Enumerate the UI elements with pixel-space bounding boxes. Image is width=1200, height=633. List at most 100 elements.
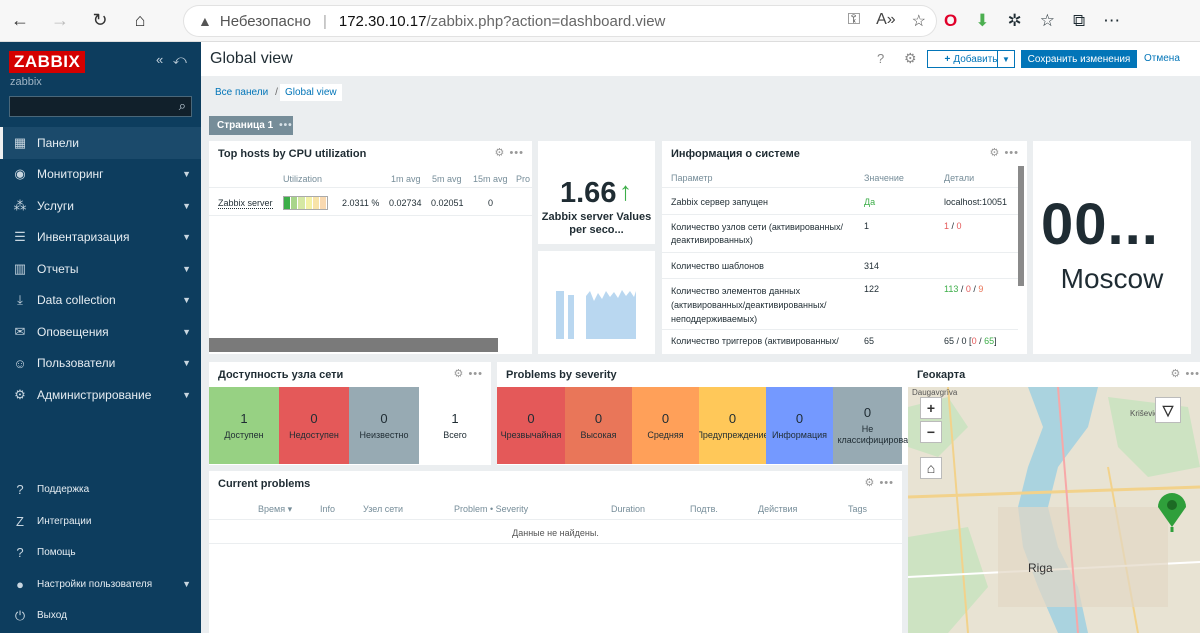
menu-item-integrations[interactable]: Z Интеграции xyxy=(0,506,201,538)
zabbix-logo[interactable]: ZABBIX xyxy=(9,51,86,73)
more-icon[interactable]: ••• xyxy=(1004,147,1019,159)
collections-icon[interactable]: ⧉ xyxy=(1073,11,1085,31)
widget-tools: ⚙ ••• xyxy=(1171,367,1200,380)
save-changes-button[interactable]: Сохранить изменения xyxy=(1021,50,1137,68)
services-icon: ⁂ xyxy=(13,197,27,213)
home-icon[interactable]: ⌂ xyxy=(120,0,160,42)
gear-icon[interactable]: ⚙ xyxy=(990,147,1001,159)
more-icon[interactable]: ••• xyxy=(879,477,894,489)
row-divider xyxy=(209,519,902,520)
tile-label: Высокая xyxy=(580,430,617,440)
puzzle-icon[interactable]: ✲ xyxy=(1007,11,1021,31)
availability-tiles: 1 Доступен 0 Недоступен 0 Неизвестно 1 Всего xyxy=(209,387,491,464)
url-path: /zabbix.php?action=dashboard.view xyxy=(426,12,666,30)
tile-high[interactable]: 0 Высокая xyxy=(565,387,632,464)
favorite-add-icon[interactable]: ☆ xyxy=(912,11,926,31)
avg15-value: 0 xyxy=(488,198,494,208)
address-bar[interactable]: ▲ Небезопасно | 172.30.10.17 /zabbix.php… xyxy=(184,6,936,36)
menu-item-sign-out[interactable]: ⏻ Выход xyxy=(0,600,201,632)
more-icon[interactable]: ••• xyxy=(468,368,483,380)
cancel-link[interactable]: Отмена xyxy=(1144,53,1180,64)
gear-icon[interactable]: ⚙ xyxy=(904,50,917,67)
more-icon[interactable]: ⋯ xyxy=(1103,11,1120,31)
items-active: 113 xyxy=(944,284,959,294)
menu-item-data-collection[interactable]: ⤓ Data collection ▼ xyxy=(0,285,201,317)
more-icon[interactable]: ••• xyxy=(1185,368,1200,380)
severity-tiles: 0 Чрезвычайная 0 Высокая 0 Средняя 0 Предупр… xyxy=(497,387,918,464)
menu-item-administration[interactable]: ⚙ Администрирование ▼ xyxy=(0,379,201,411)
add-dropdown-button[interactable]: ▼ xyxy=(997,50,1015,68)
map-canvas[interactable]: Daugavgrīva Kriševici Riga + − ⌂ ▽ xyxy=(908,387,1200,633)
details-triggers: 65 / 0 [0 / 65] xyxy=(944,336,997,346)
host-name[interactable]: Zabbix server xyxy=(218,198,273,209)
menu-item-label: Администрирование xyxy=(37,387,152,402)
gear-icon: ⚙ xyxy=(14,386,26,402)
map-tiles xyxy=(908,387,1200,633)
tile-disaster[interactable]: 0 Чрезвычайная xyxy=(497,387,565,464)
menu-item-reports[interactable]: ▥ Отчеты ▼ xyxy=(0,253,201,285)
menu-item-label: Выход xyxy=(37,610,67,622)
value-server-running: Да xyxy=(864,197,876,207)
read-aloud-icon[interactable]: A» xyxy=(876,11,896,31)
page-title: Global view xyxy=(210,50,293,67)
collapse-icon[interactable]: « xyxy=(156,52,163,67)
tile-warning[interactable]: 0 Предупреждение xyxy=(699,387,766,464)
breadcrumb-all-dashboards[interactable]: Все панели xyxy=(210,84,273,101)
hosts-active: 1 xyxy=(944,221,950,231)
question-icon[interactable]: ? xyxy=(877,51,884,66)
opera-icon[interactable]: O xyxy=(944,11,957,31)
more-icon[interactable]: ••• xyxy=(509,147,524,159)
tile-unavailable[interactable]: 0 Недоступен xyxy=(279,387,349,464)
menu-item-inventory[interactable]: ☰ Инвентаризация ▼ xyxy=(0,222,201,254)
filter-icon[interactable]: ▽ xyxy=(1155,397,1181,423)
menu-item-help[interactable]: ? Помощь xyxy=(0,537,201,569)
row-divider xyxy=(662,187,1018,188)
menu-item-support[interactable]: ? Поддержка xyxy=(0,474,201,506)
download-extension-icon[interactable]: ⬇ xyxy=(975,11,989,31)
back-arrow-icon[interactable]: ← xyxy=(0,0,40,42)
dashboard-page-tab[interactable]: Страница 1 ••• xyxy=(209,116,293,135)
horizontal-scrollbar[interactable] xyxy=(209,338,498,352)
home-icon[interactable]: ⌂ xyxy=(920,457,942,479)
more-icon[interactable]: ••• xyxy=(279,120,293,131)
reload-icon[interactable]: ↻ xyxy=(80,0,120,42)
param-server-running: Zabbix сервер запущен xyxy=(671,197,769,207)
zoom-out-button[interactable]: − xyxy=(920,421,942,443)
kiosk-icon[interactable]: ⤺ xyxy=(173,52,187,67)
tile-unknown[interactable]: 0 Неизвестно xyxy=(349,387,419,464)
favorites-icon[interactable]: ☆ xyxy=(1040,11,1055,31)
hosts-disabled: 0 xyxy=(956,221,962,231)
menu-item-alerts[interactable]: ✉ Оповещения ▼ xyxy=(0,316,201,348)
column-15m-avg: 15m avg xyxy=(473,174,508,184)
gear-icon[interactable]: ⚙ xyxy=(454,368,465,380)
search-icon[interactable]: ⌕ xyxy=(179,98,186,114)
row-divider xyxy=(209,215,532,216)
gear-icon[interactable]: ⚙ xyxy=(1171,368,1182,380)
vertical-scrollbar[interactable] xyxy=(1018,166,1024,286)
host-link[interactable]: Zabbix server xyxy=(218,198,273,209)
tile-information[interactable]: 0 Информация xyxy=(766,387,833,464)
menu-item-user-settings[interactable]: ● Настройки пользователя ▼ xyxy=(0,569,201,601)
items-unsupported: 9 xyxy=(978,284,984,294)
gear-icon[interactable]: ⚙ xyxy=(865,477,876,489)
add-label: Добавить xyxy=(953,53,998,65)
tile-available[interactable]: 1 Доступен xyxy=(209,387,279,464)
gear-icon[interactable]: ⚙ xyxy=(495,147,506,159)
sidebar-search-input[interactable]: ⌕ xyxy=(9,96,192,117)
key-icon[interactable]: ⚿ xyxy=(848,11,860,31)
zoom-in-button[interactable]: + xyxy=(920,397,942,419)
forward-arrow-icon[interactable]: → xyxy=(40,0,80,42)
tile-total[interactable]: 1 Всего xyxy=(419,387,491,464)
menu-item-monitoring[interactable]: ◉ Мониторинг ▼ xyxy=(0,159,201,191)
tile-label: Доступен xyxy=(224,430,264,440)
menu-item-label: Отчеты xyxy=(37,261,79,276)
tile-not-classified[interactable]: 0 Не классифицировано xyxy=(833,387,918,464)
column-time[interactable]: Время ▾ xyxy=(258,504,292,515)
breadcrumb-current[interactable]: Global view xyxy=(279,84,342,101)
tile-average[interactable]: 0 Средняя xyxy=(632,387,699,464)
menu-item-services[interactable]: ⁂ Услуги ▼ xyxy=(0,190,201,222)
menu-item-dashboards[interactable]: ▦ Панели xyxy=(0,127,201,159)
menu-item-users[interactable]: ☺ Пользователи ▼ xyxy=(0,348,201,380)
tile-count: 0 xyxy=(661,411,670,426)
menu-item-label: Поддержка xyxy=(37,484,90,496)
